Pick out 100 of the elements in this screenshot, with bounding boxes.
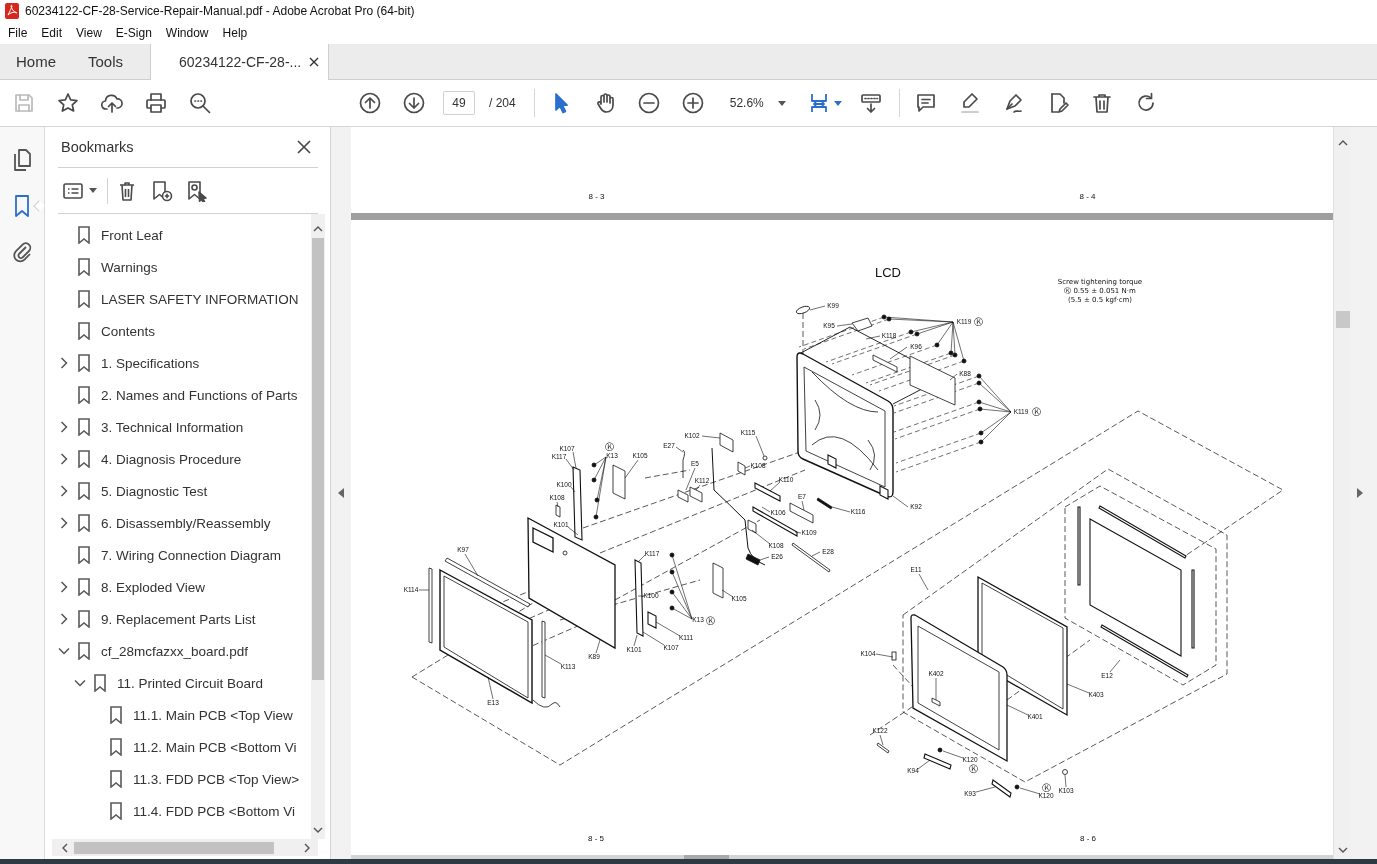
scroll-right-icon[interactable] xyxy=(304,842,310,853)
bookmark-item[interactable]: 1. Specifications xyxy=(101,355,200,371)
caret-icon xyxy=(833,100,842,106)
menu-item[interactable]: File xyxy=(1,26,35,40)
tab[interactable]: Home xyxy=(0,44,72,79)
menu-item[interactable]: Help xyxy=(215,26,255,40)
bookmark-item[interactable]: 11.4. FDD PCB <Bottom Vi xyxy=(133,803,295,819)
scroll-thumb[interactable] xyxy=(684,855,729,859)
bookmark-item[interactable]: 8. Exploded View xyxy=(101,579,206,595)
caret-icon xyxy=(777,100,786,106)
menu-item[interactable]: View xyxy=(69,26,109,40)
document-tab[interactable]: 60234122-CF-28-... xyxy=(150,44,330,80)
horizontal-scrollbar[interactable] xyxy=(351,855,1333,859)
page-number: 8 - 4 xyxy=(1079,192,1096,202)
bookmark-icon xyxy=(109,770,123,788)
scroll-up-icon[interactable] xyxy=(1337,140,1348,146)
bookmark-icon xyxy=(109,706,123,724)
scroll-down-icon[interactable] xyxy=(313,827,323,833)
bookmark-item[interactable]: 11.1. Main PCB <Top View xyxy=(133,707,293,723)
page-number: 8 - 5 xyxy=(588,834,604,843)
bookmark-icon xyxy=(77,290,91,308)
zoom-in-icon[interactable] xyxy=(680,91,705,115)
bookmark-icon xyxy=(77,258,91,276)
bookmark-icon xyxy=(77,226,91,244)
scroll-up-icon[interactable] xyxy=(313,226,323,232)
menu-item[interactable]: E-Sign xyxy=(108,26,159,40)
scroll-thumb[interactable] xyxy=(1335,311,1350,328)
bookmark-icon xyxy=(77,386,91,404)
chevron-right-icon[interactable] xyxy=(60,421,68,433)
bookmark-icon xyxy=(77,354,91,372)
scroll-mode-icon[interactable] xyxy=(858,91,883,115)
bookmark-item[interactable]: 11.2. Main PCB <Bottom Vi xyxy=(133,739,297,755)
bookmark-icon xyxy=(77,450,91,468)
tab[interactable]: Tools xyxy=(72,44,140,79)
zoom-dropdown[interactable]: 52.6% xyxy=(720,90,790,116)
chevron-down-icon[interactable] xyxy=(58,647,70,655)
bookmark-item[interactable]: 11.3. FDD PCB <Top View> xyxy=(133,771,300,787)
caret-icon xyxy=(89,188,97,193)
bookmark-icon xyxy=(12,195,32,217)
star-icon[interactable] xyxy=(56,91,80,115)
bookmark-icon xyxy=(93,674,107,692)
horizontal-scrollbar[interactable] xyxy=(52,839,318,856)
next-page-icon[interactable] xyxy=(1357,488,1363,498)
scroll-thumb[interactable] xyxy=(312,238,324,680)
page-number-field[interactable]: 49 xyxy=(443,91,475,115)
print-icon[interactable] xyxy=(144,91,168,115)
bookmark-icon xyxy=(77,642,91,660)
close-icon[interactable] xyxy=(309,57,320,67)
arrow-up-circle-icon[interactable] xyxy=(358,91,382,115)
scroll-thumb[interactable] xyxy=(74,841,274,854)
close-icon[interactable] xyxy=(297,140,311,154)
vertical-scrollbar[interactable] xyxy=(311,214,325,839)
chevron-right-icon[interactable] xyxy=(60,485,68,497)
zoom-out-icon[interactable] xyxy=(636,91,661,115)
torque-mark: Ⓚ xyxy=(1031,407,1041,417)
menu-item[interactable]: Window xyxy=(158,26,216,40)
bookmark-item[interactable]: 6. Disassembly/Reassembly xyxy=(101,515,271,531)
bookmark-item[interactable]: LASER SAFETY INFORMATION xyxy=(101,291,299,307)
page-number: 8 - 3 xyxy=(588,192,605,202)
bookmark-item[interactable]: Warnings xyxy=(101,259,158,275)
bookmark-icon xyxy=(77,546,91,564)
menu-item[interactable]: Edit xyxy=(34,26,70,40)
bookmark-item[interactable]: 11. Printed Circuit Board xyxy=(117,675,264,691)
bookmark-item[interactable]: 5. Diagnostic Test xyxy=(101,483,208,499)
page-number: 8 - 6 xyxy=(1080,834,1096,843)
chevron-down-icon[interactable] xyxy=(74,679,86,687)
cloud-upload-icon[interactable] xyxy=(100,91,124,115)
scroll-left-icon[interactable] xyxy=(62,842,68,853)
bookmark-icon xyxy=(77,610,91,628)
bookmark-item[interactable]: Front Leaf xyxy=(101,227,163,243)
chevron-right-icon[interactable] xyxy=(60,357,68,369)
bookmark-icon xyxy=(77,322,91,340)
bookmark-item[interactable]: cf_28mcfazxx_board.pdf xyxy=(101,643,249,659)
torque-mark: Ⓚ xyxy=(705,616,715,626)
bookmark-search-icon[interactable] xyxy=(186,179,208,202)
chevron-right-icon[interactable] xyxy=(60,453,68,465)
window-title: 60234122-CF-28-Service-Repair-Manual.pdf - Adobe Acrobat Pro (64-bit) xyxy=(25,4,415,18)
bookmark-item[interactable]: 4. Diagnosis Procedure xyxy=(101,451,242,467)
search-icon[interactable] xyxy=(188,91,212,115)
previous-page-icon[interactable] xyxy=(338,488,344,498)
chevron-right-icon[interactable] xyxy=(60,613,68,625)
paperclip-icon xyxy=(12,241,32,263)
arrow-down-circle-icon[interactable] xyxy=(402,91,426,115)
bookmark-item[interactable]: 2. Names and Functions of Parts xyxy=(101,387,298,403)
bookmark-item[interactable]: 7. Wiring Connection Diagram xyxy=(101,547,282,563)
bookmark-icon xyxy=(77,482,91,500)
chevron-right-icon[interactable] xyxy=(60,517,68,529)
chevron-right-icon[interactable] xyxy=(60,581,68,593)
bookmark-icon xyxy=(77,578,91,596)
bookmark-icon xyxy=(77,418,91,436)
add-bookmark-icon[interactable] xyxy=(151,179,173,202)
scroll-down-icon[interactable] xyxy=(1337,847,1348,853)
vertical-scrollbar[interactable] xyxy=(1333,127,1351,859)
bookmark-item[interactable]: Contents xyxy=(101,323,156,339)
bookmark-item[interactable]: 9. Replacement Parts List xyxy=(101,611,256,627)
pages-icon xyxy=(12,149,32,171)
torque-mark: Ⓚ xyxy=(604,442,614,452)
panel-title: Bookmarks xyxy=(61,139,134,155)
bookmark-item[interactable]: 3. Technical Information xyxy=(101,419,244,435)
torque-mark: Ⓚ xyxy=(973,317,983,327)
